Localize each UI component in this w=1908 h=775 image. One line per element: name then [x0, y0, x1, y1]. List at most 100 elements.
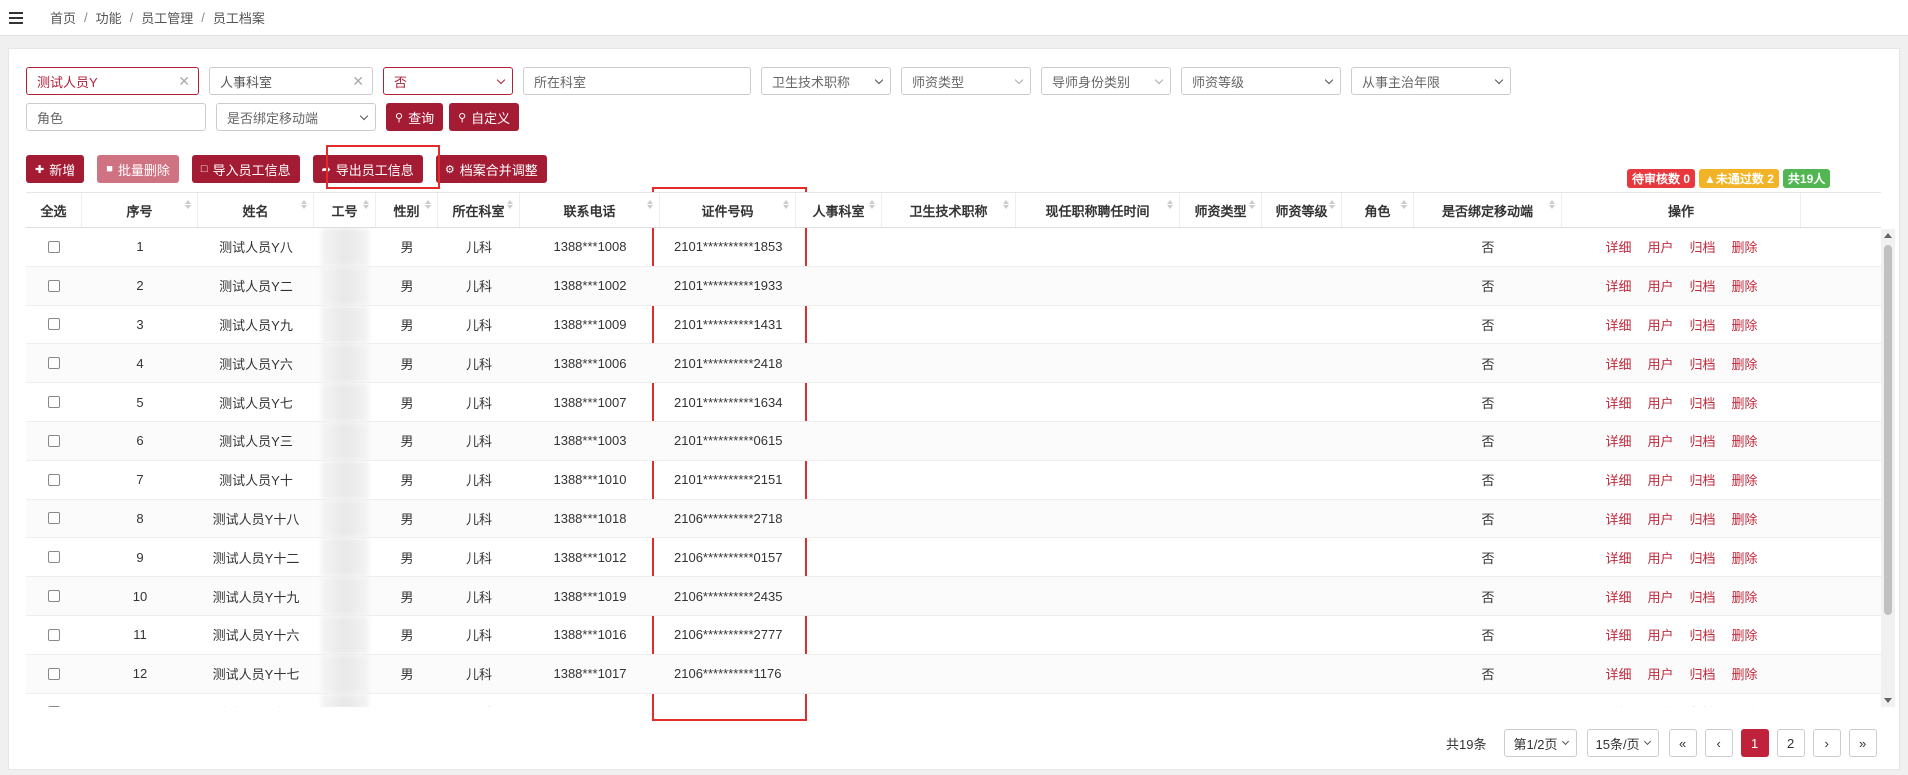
row-checkbox[interactable] [48, 473, 60, 486]
years-select[interactable]: 从事主治年限 [1351, 67, 1511, 95]
delete-link[interactable]: 删除 [1732, 315, 1758, 334]
column-header-tech-title[interactable]: 卫生技术职称 [882, 193, 1016, 227]
archive-link[interactable]: 归档 [1690, 625, 1716, 644]
delete-link[interactable]: 删除 [1732, 703, 1758, 707]
clear-icon[interactable]: ✕ [352, 73, 364, 90]
vertical-scrollbar[interactable] [1881, 229, 1895, 707]
table-row[interactable]: 3 测试人员Y九 男 儿科 1388***1009 2101**********1431 否… [26, 305, 1881, 345]
table-row[interactable]: 9 测试人员Y十二 男 儿科 1388***1012 2106**********0157… [26, 538, 1881, 578]
row-checkbox[interactable] [48, 357, 60, 370]
column-header-index[interactable]: 序号 [82, 193, 198, 227]
user-link[interactable]: 用户 [1647, 354, 1673, 373]
delete-link[interactable]: 删除 [1732, 237, 1758, 256]
user-link[interactable]: 用户 [1647, 276, 1673, 295]
column-header-name[interactable]: 姓名 [198, 193, 314, 227]
sort-icon[interactable] [1003, 200, 1009, 209]
merge-button[interactable]: ⚙ 档案合并调整 [435, 155, 547, 183]
row-checkbox[interactable] [48, 396, 60, 409]
archive-link[interactable]: 归档 [1690, 703, 1716, 707]
detail-link[interactable]: 详细 [1605, 703, 1631, 707]
scroll-up-icon[interactable] [1884, 233, 1892, 238]
table-row[interactable]: 4 测试人员Y六 男 儿科 1388***1006 2101**********2418 否… [26, 344, 1881, 384]
user-link[interactable]: 用户 [1647, 393, 1673, 412]
row-checkbox[interactable] [48, 551, 60, 564]
archive-link[interactable]: 归档 [1690, 548, 1716, 567]
sort-icon[interactable] [1167, 200, 1173, 209]
column-header-location-dept[interactable]: 所在科室 [438, 193, 520, 227]
table-row[interactable]: 6 测试人员Y三 男 儿科 1388***1003 2101**********0615 否… [26, 421, 1881, 461]
page-1-button[interactable]: 1 [1740, 729, 1769, 757]
archive-link[interactable]: 归档 [1690, 315, 1716, 334]
detail-link[interactable]: 详细 [1605, 470, 1631, 489]
page-size-select[interactable]: 15条/页 [1586, 729, 1659, 757]
column-header-gender[interactable]: 性别 [376, 193, 438, 227]
query-button[interactable]: ⚲ 查询 [386, 103, 444, 131]
column-header-teacher-type[interactable]: 师资类型 [1180, 193, 1262, 227]
sort-icon[interactable] [783, 200, 789, 209]
user-link[interactable]: 用户 [1647, 509, 1673, 528]
delete-link[interactable]: 删除 [1732, 548, 1758, 567]
clear-icon[interactable]: ✕ [178, 73, 190, 90]
column-header-appoint-time[interactable]: 现任职称聘任时间 [1016, 193, 1180, 227]
row-checkbox[interactable] [48, 667, 60, 680]
prev-page-button[interactable]: ‹ [1704, 729, 1733, 757]
table-row[interactable]: 8 测试人员Y十八 男 儿科 1388***1018 2106**********2718… [26, 499, 1881, 539]
delete-link[interactable]: 删除 [1732, 431, 1758, 450]
table-row[interactable]: 5 测试人员Y七 男 儿科 1388***1007 2101**********1634 否… [26, 383, 1881, 422]
sort-icon[interactable] [301, 200, 307, 209]
sort-icon[interactable] [1401, 200, 1407, 209]
archive-link[interactable]: 归档 [1690, 393, 1716, 412]
rejected-badge[interactable]: ▲ 未通过数 2 [1699, 169, 1779, 188]
teacher-type-select[interactable]: 师资类型 [901, 67, 1031, 95]
row-checkbox[interactable] [48, 512, 60, 525]
delete-link[interactable]: 删除 [1732, 470, 1758, 489]
scroll-down-icon[interactable] [1884, 698, 1892, 703]
column-header-id-number[interactable]: 证件号码 [660, 193, 796, 227]
archive-link[interactable]: 归档 [1690, 470, 1716, 489]
table-row[interactable]: 7 测试人员Y十 男 儿科 1388***1010 2101**********2151 否… [26, 460, 1881, 500]
archive-link[interactable]: 归档 [1690, 431, 1716, 450]
import-button[interactable]: □ 导入员工信息 [191, 155, 300, 183]
hamburger-menu-icon[interactable] [0, 0, 32, 36]
column-header-staff-id[interactable]: 工号 [314, 193, 376, 227]
hr-dept-filter-input[interactable]: 人事科室 ✕ [209, 67, 373, 95]
delete-link[interactable]: 删除 [1732, 276, 1758, 295]
location-dept-input[interactable]: 所在科室 [523, 67, 751, 95]
table-row[interactable]: 13测试人员Y十三 男儿科1388***10132106**********337… [26, 693, 1881, 707]
row-checkbox[interactable] [48, 434, 60, 447]
user-link[interactable]: 用户 [1647, 431, 1673, 450]
archive-link[interactable]: 归档 [1690, 276, 1716, 295]
title-select[interactable]: 卫生技术职称 [761, 67, 891, 95]
archive-link[interactable]: 归档 [1690, 354, 1716, 373]
archive-link[interactable]: 归档 [1690, 509, 1716, 528]
sort-icon[interactable] [185, 200, 191, 209]
user-link[interactable]: 用户 [1647, 664, 1673, 683]
first-page-button[interactable]: « [1668, 729, 1697, 757]
archive-link[interactable]: 归档 [1690, 587, 1716, 606]
name-filter-input[interactable]: 测试人员Y ✕ [26, 67, 199, 95]
user-link[interactable]: 用户 [1647, 625, 1673, 644]
detail-link[interactable]: 详细 [1605, 393, 1631, 412]
detail-link[interactable]: 详细 [1605, 548, 1631, 567]
sort-icon[interactable] [507, 200, 513, 209]
sort-icon[interactable] [1329, 200, 1335, 209]
scroll-thumb[interactable] [1884, 245, 1892, 615]
teacher-level-select[interactable]: 师资等级 [1181, 67, 1341, 95]
table-row[interactable]: 11 测试人员Y十六 男 儿科 1388***1016 2106**********277… [26, 615, 1881, 655]
custom-button[interactable]: ⚲ 自定义 [449, 103, 520, 131]
batch-delete-button[interactable]: ■ 批量删除 [97, 155, 179, 183]
sort-icon[interactable] [1249, 200, 1255, 209]
delete-link[interactable]: 删除 [1732, 664, 1758, 683]
row-checkbox[interactable] [48, 240, 60, 253]
delete-link[interactable]: 删除 [1732, 393, 1758, 412]
sort-icon[interactable] [425, 200, 431, 209]
sort-icon[interactable] [869, 200, 875, 209]
page-2-button[interactable]: 2 [1776, 729, 1805, 757]
pending-badge[interactable]: 待审核数 0 [1627, 169, 1696, 188]
user-link[interactable]: 用户 [1647, 548, 1673, 567]
mobile-bind-select[interactable]: 是否绑定移动端 [216, 103, 376, 131]
row-checkbox[interactable] [48, 706, 60, 707]
row-checkbox[interactable] [48, 279, 60, 292]
last-page-button[interactable]: » [1848, 729, 1877, 757]
breadcrumb-staff-management[interactable]: 员工管理 [141, 8, 193, 27]
